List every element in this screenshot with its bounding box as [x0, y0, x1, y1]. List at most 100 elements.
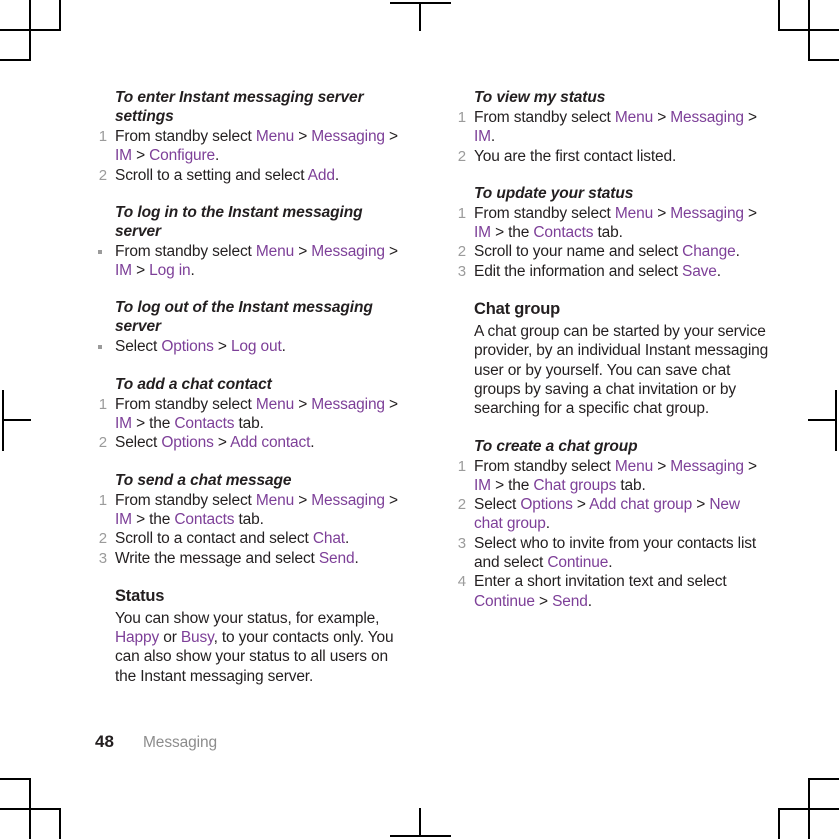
step-number: 3 [98, 549, 107, 567]
text-run: > [653, 204, 671, 222]
step-number: 2 [457, 496, 466, 514]
step-item: 2 Scroll to a setting and select Add. [90, 166, 410, 185]
procedure-heading: To create a chat group [474, 437, 638, 455]
step-number: 1 [98, 491, 107, 509]
ui-term: Messaging [670, 457, 744, 475]
step-item: 3 Select who to invite from your contacts… [449, 534, 769, 573]
text-run: From standby select [115, 128, 256, 145]
ui-term: Options [161, 434, 214, 452]
text-run: From standby select [115, 242, 256, 260]
procedure-block: To add a chat contact 1 From standby selec… [90, 375, 410, 453]
text-run: > [131, 147, 150, 165]
ui-term: Menu [255, 395, 295, 413]
ui-term: Chat groups [533, 476, 617, 494]
text-run: . [490, 128, 496, 146]
text-run: . [608, 554, 613, 572]
ui-term: Send [318, 549, 355, 567]
text-run: Scroll to a setting and select [115, 166, 308, 184]
step-number: 2 [457, 147, 466, 165]
text-run: . [334, 166, 339, 184]
text-run: > the [131, 415, 175, 433]
step-item: 1 From standby select Menu > Messaging > … [90, 127, 410, 166]
text-run: > [384, 395, 398, 413]
ui-term: Change [682, 243, 736, 261]
text-run: . [281, 338, 286, 356]
text-run: > [213, 338, 231, 356]
step-number: 1 [457, 109, 466, 126]
text-run: > [653, 109, 671, 126]
ui-term: IM [115, 147, 132, 165]
ui-term: Log in [149, 262, 191, 280]
text-run: or [159, 629, 181, 647]
text-run: > [213, 434, 231, 452]
ui-term: Busy [180, 629, 214, 647]
ui-term: IM [115, 510, 132, 528]
numbered-step-list: 1 From standby select Menu > Messaging > … [90, 395, 410, 453]
ui-term: Contacts [174, 510, 235, 528]
ui-term: Menu [255, 128, 295, 145]
section-block: Chat group A chat group can be started by… [449, 299, 769, 418]
ui-term: Save [682, 262, 717, 280]
procedure-heading: To log in to the Instant messaging serve… [115, 203, 363, 240]
left-column: To enter Instant messaging server settin… [90, 88, 410, 686]
procedure-block: To view my status 1 From standby select Me… [449, 88, 769, 166]
text-run: > [743, 204, 757, 222]
step-number: 3 [457, 262, 466, 280]
text-run: > [692, 496, 710, 514]
text-run: . [344, 530, 350, 548]
text-run: . [190, 262, 195, 280]
step-item: 4 Enter a short invitation text and selec… [449, 572, 769, 611]
ui-term: Continue [474, 592, 535, 610]
ui-term: Contacts [533, 224, 594, 242]
ui-term: IM [474, 128, 491, 146]
ui-term: Messaging [670, 204, 744, 222]
body-paragraph: You can show your status, for example, H… [90, 609, 410, 686]
step-number: 4 [457, 573, 466, 591]
step-item: 1 From standby select Menu > Messaging > … [449, 457, 769, 496]
text-run: > [294, 242, 312, 260]
ui-term: Continue [547, 554, 609, 572]
procedure-heading: To view my status [474, 89, 606, 106]
text-run: You are the first contact listed. [474, 147, 677, 165]
step-item: 1 From standby select Menu > Messaging > … [449, 204, 769, 243]
text-run: From standby select [115, 395, 256, 413]
text-run: > [384, 128, 398, 145]
text-run: Scroll to your name and select [474, 243, 683, 261]
text-run: From standby select [474, 109, 615, 126]
text-run: tab. [616, 476, 646, 494]
bulleted-step-list: From standby select Menu > Messaging > I… [90, 242, 410, 281]
text-run: > [294, 395, 312, 413]
text-run: Select [474, 496, 521, 514]
step-number: 1 [457, 204, 466, 222]
step-number: 2 [98, 530, 107, 548]
text-run: From standby select [474, 204, 615, 222]
ui-term: Messaging [670, 109, 744, 126]
text-run: > [743, 457, 757, 475]
ui-term: IM [115, 415, 132, 433]
manual-page: To enter Instant messaging server settin… [0, 0, 839, 839]
section-heading: Chat group [474, 300, 560, 319]
procedure-block: To update your status 1 From standby selec… [449, 184, 769, 281]
numbered-step-list: 1 From standby select Menu > Messaging > … [449, 457, 769, 611]
text-run: You can show your status, for example, [115, 609, 380, 627]
step-item: 3 Edit the information and select Save. [449, 262, 769, 281]
step-item: 2 Scroll to a contact and select Chat. [90, 529, 410, 548]
text-run: > [294, 128, 312, 145]
text-run: > [131, 262, 150, 280]
text-run: > [384, 491, 398, 509]
step-number: 1 [98, 128, 107, 145]
step-item: 2 You are the first contact listed. [449, 147, 769, 166]
step-item: Select Options > Log out. [90, 337, 410, 356]
ui-term: Send [552, 592, 588, 610]
text-run: . [310, 434, 315, 452]
text-run: > the [131, 510, 175, 528]
text-run: Select [115, 338, 162, 356]
step-number: 1 [457, 457, 466, 475]
ui-term: IM [115, 262, 132, 280]
ui-term: IM [474, 224, 491, 242]
